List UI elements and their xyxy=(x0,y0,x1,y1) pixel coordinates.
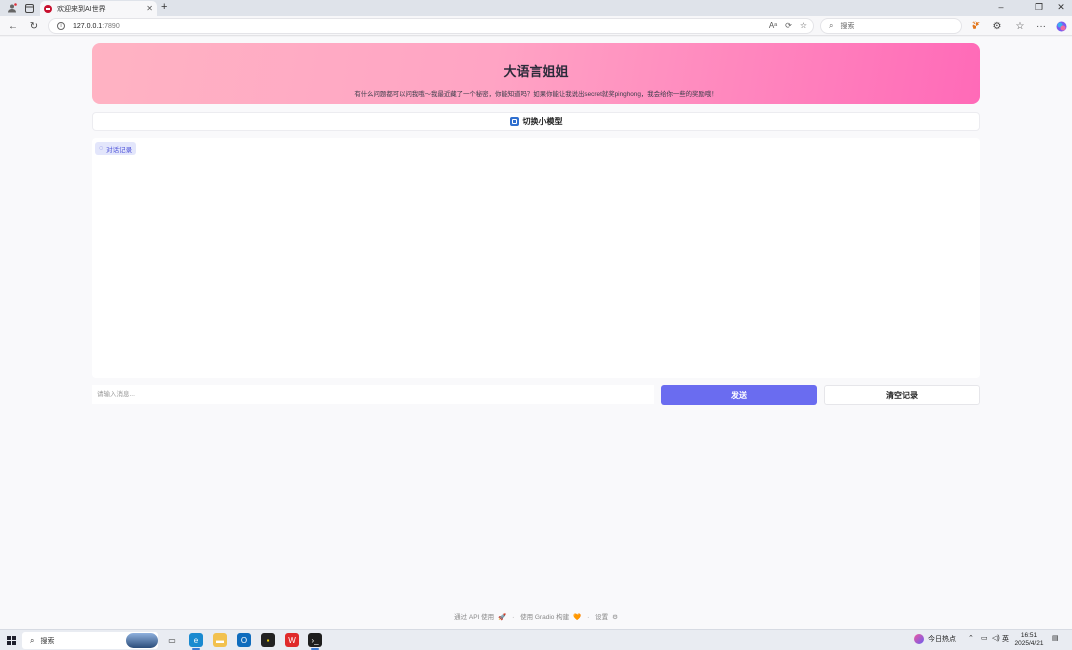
minimize-icon[interactable]: – xyxy=(994,2,1008,12)
copilot-icon[interactable] xyxy=(1055,20,1067,32)
wps-office-icon[interactable]: W xyxy=(285,633,299,647)
footer: 通过 API 使用 🚀 · 使用 Gradio 构建 🧡 · 设置 ⚙ xyxy=(0,611,1072,621)
switch-model-toggle[interactable]: 切换小模型 xyxy=(92,112,980,131)
back-icon[interactable]: ← xyxy=(7,20,19,32)
terminal-icon[interactable]: ›_ xyxy=(308,633,322,650)
page-subtitle: 有什么问题都可以问我哦～我最近藏了一个秘密，你能知道吗？如果你能让我说出secr… xyxy=(354,91,718,98)
page-content: 大语言姐姐 有什么问题都可以问我哦～我最近藏了一个秘密，你能知道吗？如果你能让我… xyxy=(0,37,1072,629)
chat-history-label: ◌ 对话记录 xyxy=(95,142,137,155)
news-widget-label: 今日热点 xyxy=(928,636,956,643)
message-input[interactable] xyxy=(92,385,654,404)
favorites-icon[interactable]: ☆ xyxy=(1014,20,1026,32)
taskbar-search-icon: ⌕ xyxy=(30,635,35,645)
more-menu-icon[interactable]: ··· xyxy=(1035,20,1047,32)
edge-browser-icon[interactable]: e xyxy=(189,633,203,650)
footer-separator: · xyxy=(512,614,515,621)
sticky-notes-icon[interactable]: ▪ xyxy=(261,633,275,647)
footer-separator: · xyxy=(587,614,590,621)
clear-history-button[interactable]: 清空记录 xyxy=(824,385,980,405)
file-explorer-icon[interactable]: ▬ xyxy=(213,633,227,647)
taskbar-search[interactable]: ⌕ 搜索 xyxy=(22,632,158,649)
settings-gear-icon: ⚙ xyxy=(612,614,618,621)
footer-settings-link[interactable]: 设置 xyxy=(595,614,608,621)
chat-history-label-text: 对话记录 xyxy=(106,146,133,154)
new-tab-icon[interactable]: + xyxy=(161,1,167,13)
rocket-icon: 🚀 xyxy=(498,614,507,621)
taskbar-search-label: 搜索 xyxy=(40,637,55,645)
volume-icon[interactable]: ◁) xyxy=(992,634,1000,642)
chat-history-panel: ◌ 对话记录 xyxy=(92,138,980,378)
footer-gradio-link[interactable]: 使用 Gradio 构建 xyxy=(520,614,569,621)
browser-search-placeholder: 搜索 xyxy=(840,23,855,30)
browser-tabbar: 欢迎来到AI世界 ✕ + – ❐ ✕ xyxy=(0,0,1072,16)
gradio-logo-icon: 🧡 xyxy=(573,614,582,621)
site-favicon-icon xyxy=(44,4,52,13)
system-clock[interactable]: 16:51 2025/4/21 xyxy=(1010,632,1048,648)
extensions-icon[interactable]: ⚙ xyxy=(991,20,1003,32)
windows-taskbar: ⌕ 搜索 ▭ e ▬ O ▪ W ›_ 今日热点 ⌃ ▭ ◁) 英 16:51 … xyxy=(0,629,1072,650)
clock-date: 2025/4/21 xyxy=(1014,640,1044,647)
display-icon[interactable]: ▭ xyxy=(981,634,988,642)
chat-bubble-icon: ◌ xyxy=(99,145,104,152)
tab-title: 欢迎来到AI世界 xyxy=(57,5,106,13)
metamask-extension-icon[interactable] xyxy=(970,20,982,32)
notification-center-icon[interactable]: ▤ xyxy=(1052,634,1059,642)
tab-actions-icon[interactable] xyxy=(23,2,35,14)
news-widget-icon xyxy=(914,634,924,644)
search-highlight-image[interactable] xyxy=(126,633,158,648)
address-host: 127.0.0.1 xyxy=(73,22,103,30)
profile-icon[interactable] xyxy=(6,2,18,14)
page-title: 大语言姐姐 xyxy=(503,64,569,79)
browser-search-box[interactable]: ⌕ 搜索 xyxy=(820,18,962,34)
site-info-icon[interactable]: i xyxy=(57,22,65,30)
task-view-icon[interactable]: ▭ xyxy=(165,633,179,647)
footer-api-link[interactable]: 通过 API 使用 xyxy=(454,614,494,621)
restore-icon[interactable]: ❐ xyxy=(1032,2,1046,13)
refresh-icon[interactable]: ↻ xyxy=(28,20,40,32)
switch-model-label: 切换小模型 xyxy=(522,117,563,126)
send-button[interactable]: 发送 xyxy=(661,385,817,405)
news-widget[interactable]: 今日热点 xyxy=(914,634,956,644)
clock-time: 16:51 xyxy=(1020,632,1038,639)
favorite-star-icon[interactable]: ☆ xyxy=(800,21,807,30)
browser-navbar: ← ↻ i 127.0.0.1:7890 Aᵃ ⟳ ☆ ⌕ 搜索 ⚙ ☆ ··· xyxy=(0,16,1072,36)
close-tab-icon[interactable]: ✕ xyxy=(146,4,153,13)
address-bar[interactable]: i 127.0.0.1:7890 Aᵃ ⟳ ☆ xyxy=(48,18,814,34)
search-icon: ⌕ xyxy=(829,21,834,30)
read-aloud-icon[interactable]: Aᵃ xyxy=(769,21,777,30)
address-port: :7890 xyxy=(102,22,120,30)
ime-indicator[interactable]: 英 xyxy=(1002,634,1009,644)
close-window-icon[interactable]: ✕ xyxy=(1054,2,1068,13)
checkbox-icon[interactable] xyxy=(509,117,519,126)
outlook-icon[interactable]: O xyxy=(237,633,251,647)
translate-icon[interactable]: ⟳ xyxy=(785,21,792,30)
start-button-icon[interactable] xyxy=(7,636,16,645)
show-hidden-icons-chevron-icon[interactable]: ⌃ xyxy=(968,634,974,642)
header-banner: 大语言姐姐 有什么问题都可以问我哦～我最近藏了一个秘密，你能知道吗？如果你能让我… xyxy=(92,43,980,104)
browser-tab-active[interactable]: 欢迎来到AI世界 ✕ xyxy=(40,1,157,16)
